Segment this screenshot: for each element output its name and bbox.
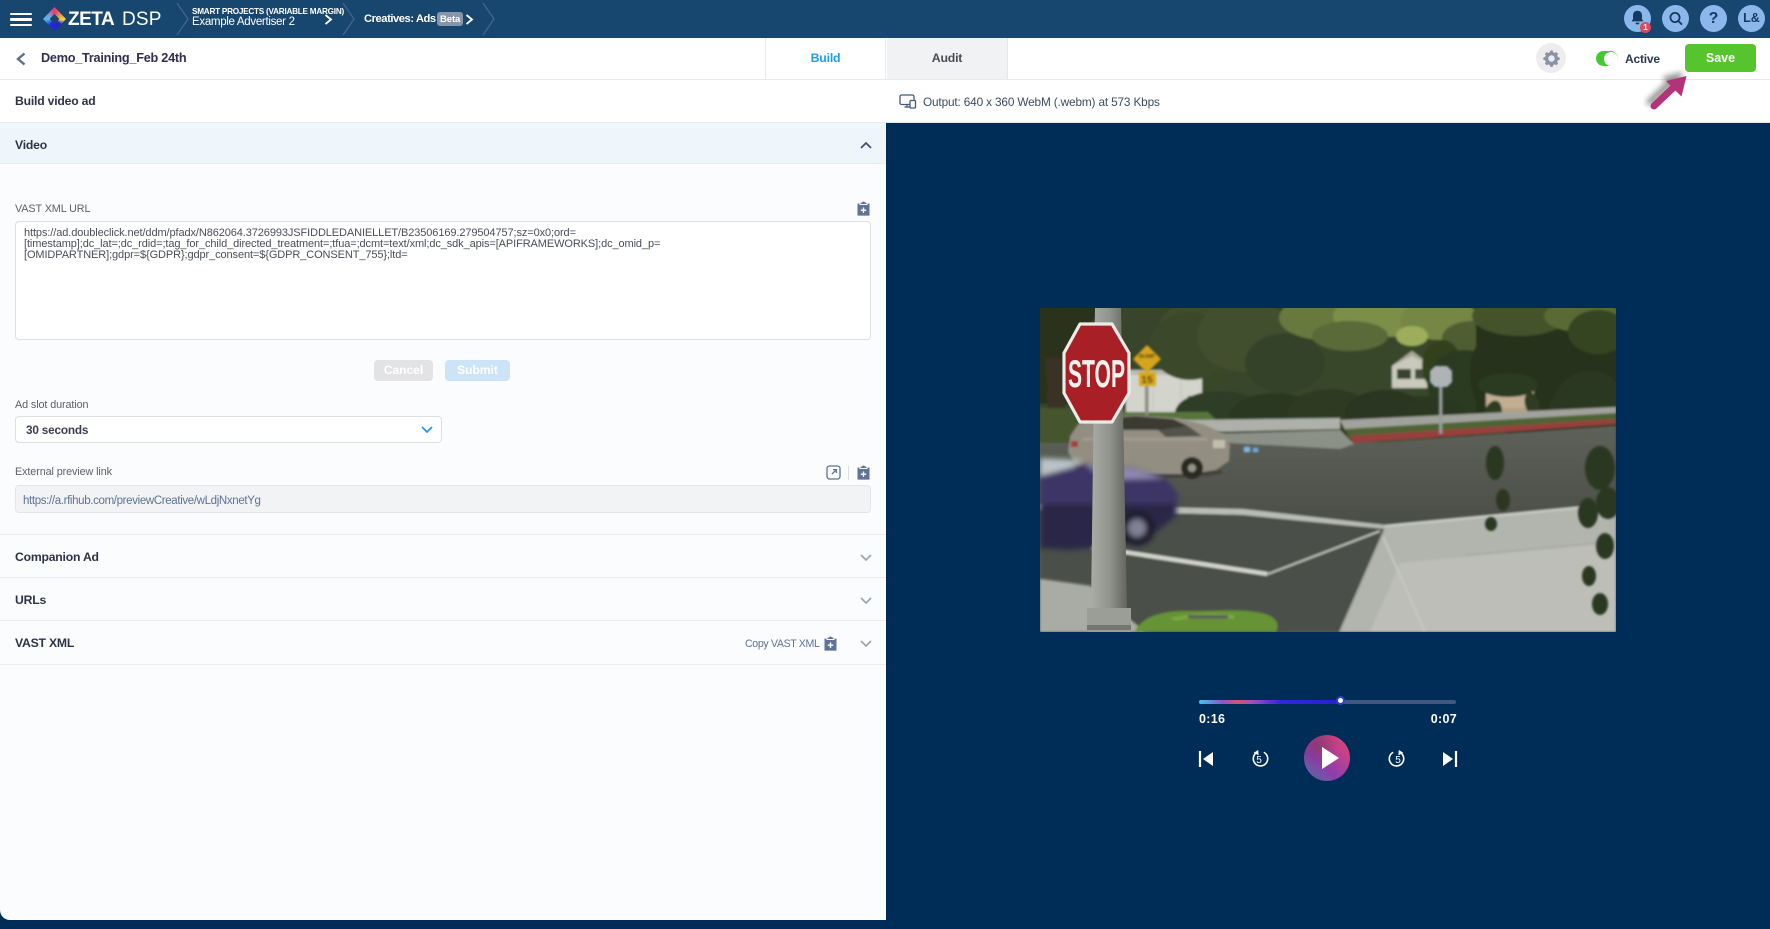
svg-text:15: 15 <box>1141 374 1153 386</box>
svg-text:BUMP: BUMP <box>1139 354 1156 360</box>
svg-text:5: 5 <box>1256 755 1262 766</box>
svg-text:5: 5 <box>1395 755 1401 766</box>
svg-text:STOP: STOP <box>1068 353 1125 396</box>
